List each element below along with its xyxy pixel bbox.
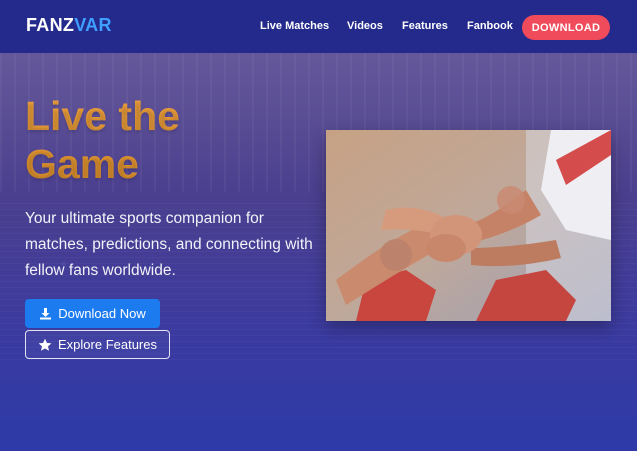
- hero-subtitle: Your ultimate sports companion for match…: [25, 210, 313, 279]
- team-hands-photo-icon: [326, 130, 611, 321]
- logo-main-text: FANZ: [26, 15, 75, 35]
- star-icon: [38, 338, 52, 352]
- hero-title-line2: Game: [25, 141, 139, 187]
- nav-download-button[interactable]: DOWNLOAD: [522, 15, 610, 40]
- explore-features-label: Explore Features: [58, 337, 157, 352]
- brand-logo[interactable]: FANZVAR: [26, 15, 112, 36]
- download-now-label: Download Now: [58, 306, 146, 321]
- nav-item-live-matches[interactable]: Live Matches: [260, 20, 329, 32]
- nav-item-videos[interactable]: Videos: [347, 20, 383, 32]
- logo-accent-text: VAR: [74, 15, 112, 35]
- download-icon: [39, 307, 52, 320]
- hero-title: Live the Game: [25, 92, 315, 188]
- nav-item-features[interactable]: Features: [402, 20, 448, 32]
- hero-image-team-hands: [326, 130, 611, 321]
- navbar: FANZVAR Live Matches Videos Features Fan…: [0, 0, 637, 53]
- hero-title-line1: Live the: [25, 93, 180, 139]
- download-now-button[interactable]: Download Now: [25, 299, 160, 328]
- explore-features-button[interactable]: Explore Features: [25, 330, 170, 359]
- nav-item-fanbook[interactable]: Fanbook: [467, 20, 513, 32]
